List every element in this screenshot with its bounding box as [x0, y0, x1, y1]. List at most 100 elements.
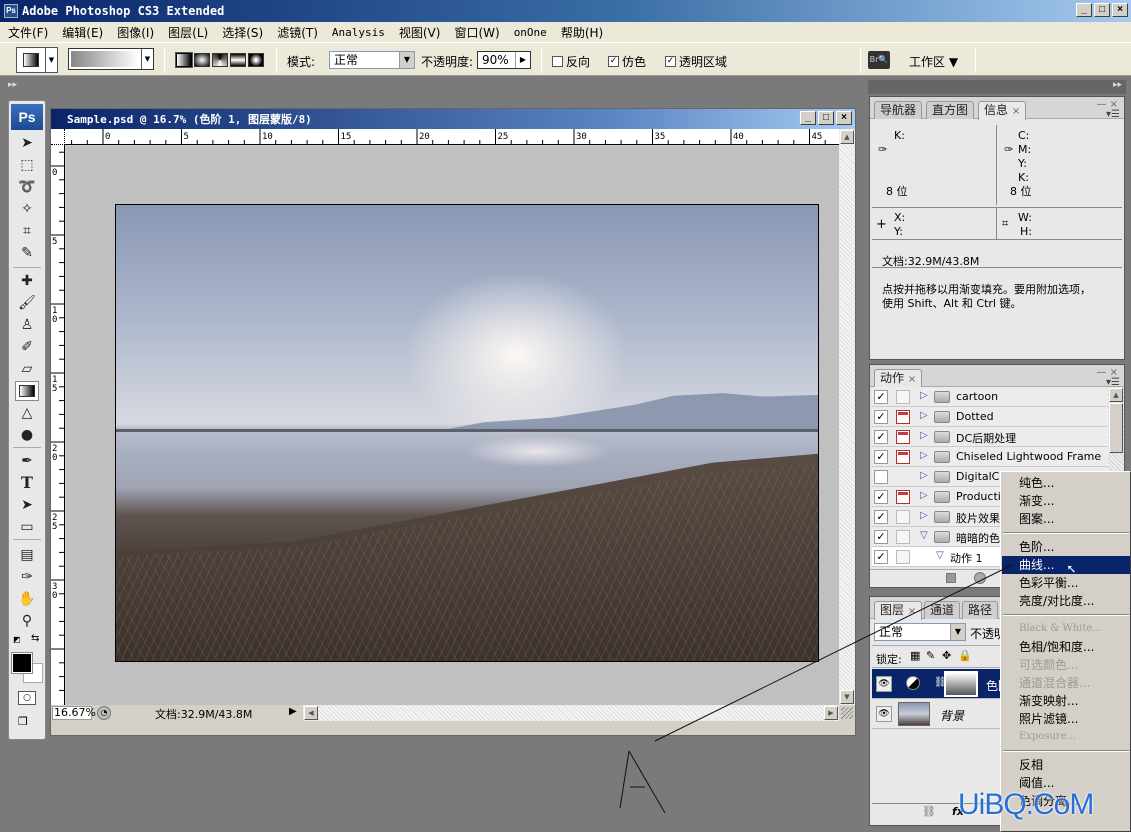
link-layers-icon[interactable]: ⛓ [922, 805, 936, 818]
close-tab-icon[interactable]: × [908, 374, 916, 385]
context-menu-item[interactable]: 色阶... [1002, 538, 1130, 556]
photoshop-logo-icon[interactable]: Ps [11, 104, 43, 130]
close-button[interactable]: × [1112, 3, 1128, 17]
action-toggle-checkbox[interactable]: ✓ [874, 410, 888, 424]
gradient-picker[interactable]: ▼ [68, 48, 154, 70]
action-set-row[interactable]: ✓ ▷ Chiseled Lightwood Frame [872, 447, 1108, 467]
dialog-toggle-icon[interactable] [896, 550, 910, 564]
notes-tool-icon[interactable]: ▤ [15, 545, 39, 565]
context-menu-item[interactable]: 色彩平衡... [1002, 574, 1130, 592]
menu-file[interactable]: 文件(F) [8, 24, 48, 41]
default-colors-icon[interactable]: ◩ [13, 635, 23, 645]
context-menu-item[interactable]: 纯色... [1002, 474, 1130, 492]
action-set-row[interactable]: ✓ ▷ DC后期处理 [872, 427, 1108, 447]
menu-view[interactable]: 视图(V) [399, 24, 441, 41]
collapse-panels-icon[interactable]: ▸▸ [1113, 80, 1122, 90]
history-brush-tool-icon[interactable]: ✐ [15, 337, 39, 357]
dialog-toggle-icon[interactable] [896, 450, 910, 464]
panel-menu-icon[interactable]: ▾☰ [1106, 109, 1120, 120]
menu-image[interactable]: 图像(I) [117, 24, 154, 41]
maximize-button[interactable]: □ [1094, 3, 1110, 17]
action-set-row[interactable]: ✓ ▷ Dotted [872, 407, 1108, 427]
blend-mode-select[interactable]: 正常 ▼ [874, 623, 966, 641]
action-toggle-checkbox[interactable]: ✓ [874, 490, 888, 504]
transparency-checkbox[interactable]: ✓ 透明区域 [665, 53, 727, 70]
diamond-gradient-button[interactable] [248, 53, 264, 67]
close-tab-icon[interactable]: × [908, 606, 916, 617]
action-toggle-checkbox[interactable]: ✓ [874, 510, 888, 524]
hand-tool-icon[interactable]: ✋ [15, 589, 39, 609]
canvas-area[interactable] [66, 146, 839, 706]
dither-checkbox[interactable]: ✓ 仿色 [608, 53, 646, 70]
path-selection-tool-icon[interactable]: ➤ [15, 495, 39, 515]
scroll-left-button[interactable]: ◀ [304, 706, 318, 720]
tab-paths[interactable]: 路径 [962, 601, 999, 619]
action-toggle-checkbox[interactable] [874, 470, 888, 484]
bridge-icon[interactable]: Br🔍 [868, 51, 890, 69]
horizontal-ruler[interactable]: 0 5 10 15 20 25 30 35 40 45 [65, 129, 839, 145]
lock-position-icon[interactable]: ✥ [942, 649, 951, 662]
menu-window[interactable]: 窗口(W) [454, 24, 499, 41]
expand-right-icon[interactable]: ▷ [920, 410, 928, 421]
menu-layer[interactable]: 图层(L) [168, 24, 208, 41]
minimize-button[interactable]: _ [1076, 3, 1092, 17]
menu-filter[interactable]: 滤镜(T) [277, 24, 318, 41]
menu-help[interactable]: 帮助(H) [561, 24, 603, 41]
status-options-icon[interactable]: ◔ [97, 706, 111, 720]
document-image[interactable] [115, 204, 819, 662]
crop-tool-icon[interactable]: ⌗ [15, 221, 39, 241]
dialog-toggle-icon[interactable] [896, 490, 910, 504]
quick-mask-icon[interactable]: ○ [18, 691, 36, 705]
record-button[interactable] [974, 572, 986, 584]
menu-onone[interactable]: onOne [514, 26, 547, 39]
tab-info[interactable]: 信息 × [978, 101, 1027, 120]
panel-dock-handle[interactable]: ▸▸ [868, 80, 1126, 94]
horizontal-scrollbar[interactable]: ◀ ▶ [303, 705, 839, 721]
shape-tool-icon[interactable]: ▭ [15, 517, 39, 537]
action-toggle-checkbox[interactable]: ✓ [874, 530, 888, 544]
pen-tool-icon[interactable]: ✒ [15, 451, 39, 471]
expand-right-icon[interactable]: ▷ [920, 390, 928, 401]
marquee-tool-icon[interactable]: ⬚ [15, 155, 39, 175]
status-menu-arrow-icon[interactable]: ▶ [289, 706, 297, 717]
eyedropper-tool-icon[interactable]: ✑ [15, 567, 39, 587]
ruler-origin[interactable] [51, 129, 65, 145]
context-menu-item[interactable]: 亮度/对比度... [1002, 592, 1130, 610]
context-menu-item[interactable]: 渐变... [1002, 492, 1130, 510]
scroll-right-button[interactable]: ▶ [824, 706, 838, 720]
workspace-button[interactable]: 工作区 ▼ [909, 53, 958, 70]
type-tool-icon[interactable]: T [15, 473, 39, 493]
close-tab-icon[interactable]: × [1012, 106, 1020, 117]
scroll-down-button[interactable]: ▼ [840, 690, 854, 704]
expand-right-icon[interactable]: ▷ [920, 490, 928, 501]
lock-transparent-icon[interactable]: ▦ [910, 649, 920, 662]
context-menu-item[interactable]: 曲线... ➚ [1002, 556, 1130, 574]
context-menu-item[interactable]: 色相/饱和度... [1002, 638, 1130, 656]
menu-select[interactable]: 选择(S) [222, 24, 263, 41]
radial-gradient-button[interactable] [194, 53, 210, 67]
slice-tool-icon[interactable]: ✎ [15, 243, 39, 263]
move-tool-icon[interactable]: ➤ [15, 133, 39, 153]
zoom-level-field[interactable]: 16.67% [52, 706, 96, 720]
dither-checkbox-box[interactable]: ✓ [608, 56, 619, 67]
vertical-scrollbar[interactable]: ▲ ▼ [839, 129, 855, 705]
doc-maximize-button[interactable]: □ [818, 111, 834, 125]
menu-edit[interactable]: 编辑(E) [62, 24, 103, 41]
expand-right-icon[interactable]: ▷ [920, 450, 928, 461]
stop-button[interactable] [946, 573, 956, 583]
action-toggle-checkbox[interactable]: ✓ [874, 450, 888, 464]
action-set-row[interactable]: ✓ ▷ cartoon [872, 387, 1108, 407]
menu-analysis[interactable]: Analysis [332, 26, 385, 39]
healing-brush-tool-icon[interactable]: ✚ [15, 271, 39, 291]
reverse-checkbox[interactable]: 反向 [552, 53, 590, 70]
resize-grip[interactable] [841, 707, 853, 719]
dialog-toggle-icon[interactable] [896, 530, 910, 544]
scroll-up-button[interactable]: ▲ [840, 130, 854, 144]
doc-minimize-button[interactable]: _ [800, 111, 816, 125]
tab-layers[interactable]: 图层 × [874, 601, 923, 620]
eye-icon[interactable]: 👁 [876, 676, 892, 692]
eye-icon[interactable]: 👁 [876, 706, 892, 722]
context-menu-item[interactable]: 反相 [1002, 756, 1130, 774]
expand-right-icon[interactable]: ▷ [920, 510, 928, 521]
screen-mode-icon[interactable]: ❐ [18, 715, 36, 729]
